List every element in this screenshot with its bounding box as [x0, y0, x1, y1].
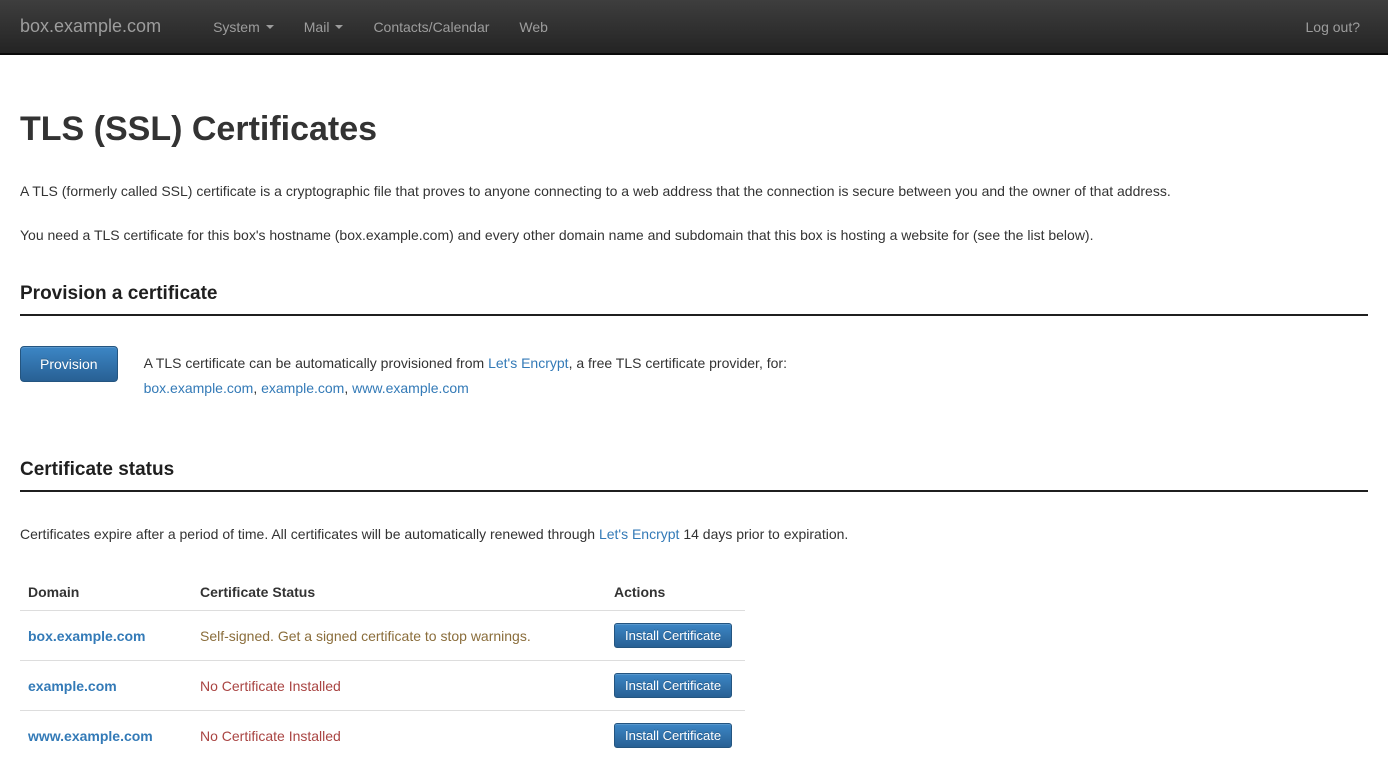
table-row: box.example.com Self-signed. Get a signed…	[20, 611, 745, 661]
provision-domain-link[interactable]: example.com	[261, 380, 344, 396]
certificate-table: Domain Certificate Status Actions box.ex…	[20, 576, 745, 760]
lets-encrypt-link[interactable]: Let's Encrypt	[599, 526, 680, 542]
nav-item-system[interactable]: System	[198, 0, 289, 53]
table-header-domain: Domain	[20, 576, 192, 611]
table-header-actions: Actions	[606, 576, 745, 611]
certificate-status-text: No Certificate Installed	[200, 728, 341, 744]
status-section-heading: Certificate status	[20, 459, 1368, 492]
provision-description-line1: A TLS certificate can be automatically p…	[144, 351, 787, 376]
nav-item-label: System	[213, 19, 260, 35]
logout-link[interactable]: Log out?	[1306, 19, 1361, 35]
provision-description: A TLS certificate can be automatically p…	[144, 346, 787, 401]
page-title: TLS (SSL) Certificates	[20, 110, 1368, 149]
status-text-after: 14 days prior to expiration.	[679, 526, 848, 542]
navbar: box.example.com System Mail Contacts/Calen…	[0, 0, 1388, 55]
provision-row: Provision A TLS certificate can be autom…	[20, 346, 1368, 401]
lets-encrypt-link[interactable]: Let's Encrypt	[488, 355, 569, 371]
provision-section-heading: Provision a certificate	[20, 283, 1368, 316]
status-description: Certificates expire after a period of ti…	[20, 524, 1368, 544]
nav-item-label: Mail	[304, 19, 330, 35]
intro-paragraph-2: You need a TLS certificate for this box'…	[20, 223, 1368, 247]
nav-item-label: Web	[519, 19, 548, 35]
cert-table-body: box.example.com Self-signed. Get a signed…	[20, 611, 745, 761]
certificate-status-text: No Certificate Installed	[200, 678, 341, 694]
navbar-brand[interactable]: box.example.com	[0, 16, 176, 37]
domain-link[interactable]: box.example.com	[28, 628, 146, 644]
caret-down-icon	[335, 25, 343, 29]
table-row: www.example.com No Certificate Installed I…	[20, 711, 745, 761]
intro-paragraph-1: A TLS (formerly called SSL) certificate …	[20, 179, 1368, 203]
install-certificate-button[interactable]: Install Certificate	[614, 623, 732, 648]
table-header-row: Domain Certificate Status Actions	[20, 576, 745, 611]
main-content: TLS (SSL) Certificates A TLS (formerly c…	[0, 110, 1388, 760]
navbar-right: Log out?	[1306, 19, 1388, 35]
table-header-status: Certificate Status	[192, 576, 606, 611]
nav-item-mail[interactable]: Mail	[289, 0, 359, 53]
domain-link[interactable]: example.com	[28, 678, 117, 694]
provision-domain-link[interactable]: box.example.com	[144, 380, 254, 396]
certificate-status-text: Self-signed. Get a signed certificate to…	[200, 628, 531, 644]
domain-link[interactable]: www.example.com	[28, 728, 153, 744]
nav-item-label: Contacts/Calendar	[373, 19, 489, 35]
install-certificate-button[interactable]: Install Certificate	[614, 723, 732, 748]
nav-item-contacts-calendar[interactable]: Contacts/Calendar	[358, 0, 504, 53]
provision-text-after: , a free TLS certificate provider, for:	[569, 355, 787, 371]
nav-item-web[interactable]: Web	[504, 0, 563, 53]
provision-button[interactable]: Provision	[20, 346, 118, 382]
provision-text-before: A TLS certificate can be automatically p…	[144, 355, 488, 371]
navbar-menu: System Mail Contacts/Calendar Web	[198, 0, 563, 53]
install-certificate-button[interactable]: Install Certificate	[614, 673, 732, 698]
caret-down-icon	[266, 25, 274, 29]
provision-domains: box.example.com, example.com, www.exampl…	[144, 376, 787, 401]
status-text-before: Certificates expire after a period of ti…	[20, 526, 599, 542]
provision-domain-link[interactable]: www.example.com	[352, 380, 469, 396]
table-row: example.com No Certificate Installed Insta…	[20, 661, 745, 711]
